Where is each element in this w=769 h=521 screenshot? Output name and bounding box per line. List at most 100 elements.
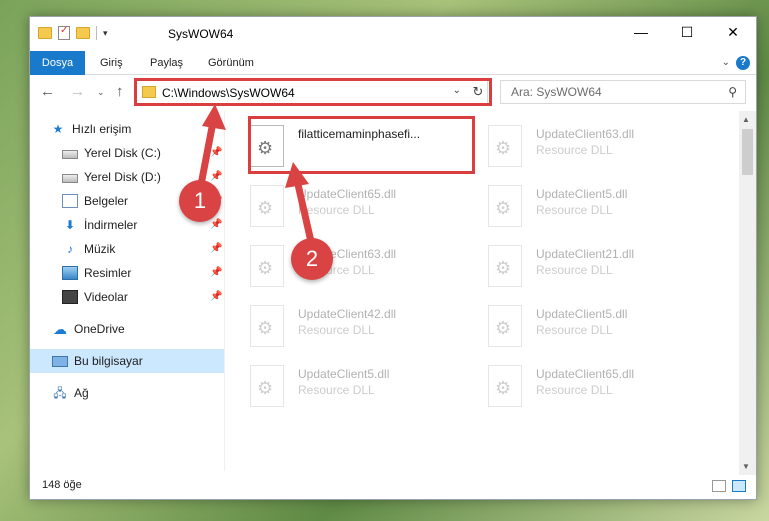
up-button[interactable]: ↑ bbox=[116, 83, 124, 100]
scroll-down-icon[interactable]: ▼ bbox=[742, 462, 750, 471]
sidebar-item-label: İndirmeler bbox=[84, 218, 138, 232]
file-item[interactable]: UpdateClient21.dll Resource DLL bbox=[468, 237, 698, 293]
sidebar-item-videos[interactable]: Videolar 📌 bbox=[30, 285, 224, 309]
pin-icon[interactable]: 📌 bbox=[210, 291, 222, 302]
file-name: UpdateClient65.dll bbox=[536, 367, 635, 381]
ribbon: Dosya Giriş Paylaş Görünüm ⌄ ? bbox=[30, 51, 756, 75]
file-item[interactable]: UpdateClient5.dll Resource DLL bbox=[468, 177, 698, 233]
status-bar: 148 öğe bbox=[30, 473, 756, 499]
dll-file-icon bbox=[488, 245, 522, 287]
callout-2: 2 bbox=[291, 238, 333, 280]
dll-file-icon bbox=[488, 125, 522, 167]
file-item[interactable]: UpdateClient42.dll Resource DLL bbox=[230, 297, 460, 353]
item-count: 148 öğe bbox=[42, 479, 82, 491]
file-highlight-box bbox=[248, 116, 475, 174]
file-name: UpdateClient5.dll bbox=[536, 307, 628, 321]
sidebar-item-label: Ağ bbox=[74, 386, 89, 400]
pin-icon[interactable]: 📌 bbox=[210, 243, 222, 254]
sidebar-item-onedrive[interactable]: ☁ OneDrive bbox=[30, 317, 224, 341]
pane-divider[interactable] bbox=[224, 111, 225, 471]
file-type: Resource DLL bbox=[298, 203, 375, 217]
back-button[interactable]: ← bbox=[40, 83, 55, 100]
address-highlight-box bbox=[134, 78, 492, 106]
close-button[interactable]: ✕ bbox=[710, 17, 756, 47]
disk-icon bbox=[62, 173, 78, 183]
file-item[interactable]: UpdateClient5.dll Resource DLL bbox=[230, 357, 460, 413]
dll-file-icon bbox=[250, 305, 284, 347]
sidebar-item-this-pc[interactable]: Bu bilgisayar bbox=[30, 349, 224, 373]
dll-file-icon bbox=[250, 245, 284, 287]
search-icon[interactable]: ⚲ bbox=[728, 85, 737, 99]
sidebar-item-label: Resimler bbox=[84, 266, 132, 280]
sidebar-item-quick-access[interactable]: ★ Hızlı erişim bbox=[30, 117, 224, 141]
title-bar: ▾ SysWOW64 — ☐ ✕ bbox=[30, 17, 756, 51]
tab-view[interactable]: Görünüm bbox=[208, 51, 254, 75]
sidebar-item-label: Hızlı erişim bbox=[72, 122, 132, 136]
file-type: Resource DLL bbox=[536, 143, 613, 157]
documents-icon bbox=[62, 194, 78, 208]
tab-share[interactable]: Paylaş bbox=[150, 51, 183, 75]
quick-access-toolbar: ▾ bbox=[38, 25, 108, 40]
scroll-up-icon[interactable]: ▲ bbox=[742, 115, 750, 124]
file-item[interactable]: UpdateClient63.dll Resource DLL bbox=[468, 117, 698, 173]
new-folder-icon[interactable] bbox=[76, 27, 90, 39]
sidebar-item-label: Bu bilgisayar bbox=[74, 354, 143, 368]
navigation-pane: ★ Hızlı erişim Yerel Disk (C:) 📌 Yerel D… bbox=[30, 111, 224, 471]
window-title: SysWOW64 bbox=[168, 27, 234, 41]
tab-file[interactable]: Dosya bbox=[30, 51, 85, 75]
file-item[interactable]: UpdateClient63.dll Resource DLL bbox=[230, 237, 460, 293]
file-type: Resource DLL bbox=[536, 323, 613, 337]
details-view-icon[interactable] bbox=[712, 480, 726, 492]
file-type: Resource DLL bbox=[298, 383, 375, 397]
file-type: Resource DLL bbox=[536, 203, 613, 217]
dll-file-icon bbox=[488, 185, 522, 227]
maximize-button[interactable]: ☐ bbox=[664, 17, 710, 47]
tab-home[interactable]: Giriş bbox=[100, 51, 123, 75]
callout-1: 1 bbox=[179, 180, 221, 222]
file-item[interactable]: UpdateClient65.dll Resource DLL bbox=[230, 177, 460, 233]
file-item[interactable]: UpdateClient65.dll Resource DLL bbox=[468, 357, 698, 413]
dll-file-icon bbox=[250, 185, 284, 227]
scrollbar-thumb[interactable] bbox=[742, 129, 753, 175]
sidebar-item-label: Yerel Disk (C:) bbox=[84, 146, 161, 160]
file-item[interactable]: UpdateClient5.dll Resource DLL bbox=[468, 297, 698, 353]
pin-icon[interactable]: 📌 bbox=[210, 219, 222, 230]
folder-icon[interactable] bbox=[38, 27, 52, 39]
pin-icon[interactable]: 📌 bbox=[210, 267, 222, 278]
disk-icon bbox=[62, 149, 78, 159]
vertical-scrollbar[interactable]: ▲ ▼ bbox=[739, 111, 756, 475]
file-name: UpdateClient63.dll bbox=[536, 127, 635, 141]
recent-locations-button[interactable]: ⌄ bbox=[97, 87, 105, 98]
music-icon: ♪ bbox=[67, 242, 73, 256]
sidebar-item-network[interactable]: 🖧 Ağ bbox=[30, 381, 224, 405]
search-input[interactable] bbox=[501, 81, 711, 103]
file-name: UpdateClient21.dll bbox=[536, 247, 635, 261]
large-icons-view-icon[interactable] bbox=[732, 480, 746, 492]
minimize-button[interactable]: — bbox=[618, 17, 664, 47]
expand-ribbon-icon[interactable]: ⌄ bbox=[722, 57, 730, 68]
file-name: UpdateClient5.dll bbox=[536, 187, 628, 201]
forward-button[interactable]: → bbox=[70, 83, 85, 100]
customize-toolbar-icon[interactable]: ▾ bbox=[103, 28, 108, 39]
sidebar-item-pictures[interactable]: Resimler 📌 bbox=[30, 261, 224, 285]
toolbar-separator bbox=[96, 26, 97, 40]
sidebar-item-disk-c[interactable]: Yerel Disk (C:) 📌 bbox=[30, 141, 224, 165]
pin-icon[interactable]: 📌 bbox=[210, 171, 222, 182]
network-icon: 🖧 bbox=[53, 386, 67, 400]
file-type: Resource DLL bbox=[536, 263, 613, 277]
pin-icon[interactable]: 📌 bbox=[210, 147, 222, 158]
properties-icon[interactable] bbox=[58, 25, 70, 40]
sidebar-item-label: Videolar bbox=[84, 290, 128, 304]
sidebar-item-label: Müzik bbox=[84, 242, 116, 256]
video-icon bbox=[62, 290, 78, 304]
download-icon: ⬇ bbox=[64, 218, 76, 232]
sidebar-item-label: Yerel Disk (D:) bbox=[84, 170, 161, 184]
sidebar-item-music[interactable]: ♪ Müzik 📌 bbox=[30, 237, 224, 261]
search-box[interactable]: ⚲ bbox=[500, 80, 746, 104]
cloud-icon: ☁ bbox=[53, 321, 67, 337]
sidebar-item-label: OneDrive bbox=[74, 322, 125, 336]
dll-file-icon bbox=[250, 365, 284, 407]
file-name: UpdateClient5.dll bbox=[298, 367, 390, 381]
help-icon[interactable]: ? bbox=[736, 56, 750, 70]
file-name: UpdateClient65.dll bbox=[298, 187, 397, 201]
